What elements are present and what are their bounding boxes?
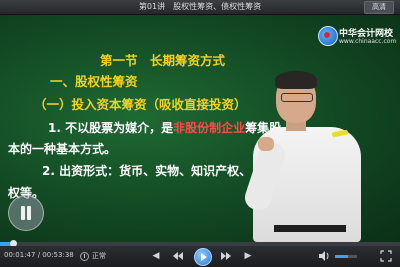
slide-heading-1: 一、股权性筹资 bbox=[50, 74, 138, 89]
volume-icon[interactable] bbox=[318, 250, 330, 262]
logo: 中华会计网校 www.chinaacc.com bbox=[318, 23, 398, 53]
total-time: 00:53:38 bbox=[42, 251, 74, 259]
lecture-title: 第01讲 股权性筹资、债权性筹资 bbox=[138, 2, 262, 11]
previous-icon[interactable]: ◀ bbox=[150, 250, 162, 262]
presenter-hand bbox=[258, 137, 274, 151]
logo-url: www.chinaacc.com bbox=[339, 38, 397, 45]
play-button[interactable] bbox=[194, 248, 212, 266]
slide-heading-2: （一）投入资本筹资（吸收直接投资） bbox=[34, 97, 247, 112]
slide-point-1-cont: 本的一种基本方式。 bbox=[8, 142, 117, 156]
presenter-belt bbox=[274, 225, 346, 232]
volume-slider[interactable] bbox=[335, 255, 357, 258]
speed-icon[interactable] bbox=[80, 252, 89, 261]
slide-point-1-prefix: 1. 不以股票为媒介，是 bbox=[48, 121, 174, 135]
logo-icon bbox=[318, 26, 338, 46]
quality-button[interactable]: 高清 bbox=[364, 1, 394, 14]
fullscreen-icon[interactable] bbox=[380, 250, 392, 262]
time-separator: / bbox=[37, 251, 41, 259]
fast-forward-icon[interactable] bbox=[220, 250, 232, 262]
speed-label[interactable]: 正常 bbox=[92, 251, 106, 261]
next-icon[interactable]: ▶ bbox=[242, 250, 254, 262]
slide-section-title: 第一节 长期筹资方式 bbox=[100, 53, 226, 68]
slide-point-1: 1. 不以股票为媒介，是非股份制企业筹集股 bbox=[48, 119, 281, 136]
control-bar: 00:01:47 / 00:53:38 正常 ◀ ▶ bbox=[0, 246, 400, 267]
presenter-glasses bbox=[281, 93, 313, 102]
top-bar: 第01讲 股权性筹资、债权性筹资 高清 bbox=[0, 0, 400, 15]
video-stage[interactable]: 中华会计网校 www.chinaacc.com 第一节 长期筹资方式 一、股权性… bbox=[0, 15, 400, 242]
rewind-icon[interactable] bbox=[172, 250, 184, 262]
volume-fill bbox=[335, 255, 349, 258]
time-display: 00:01:47 / 00:53:38 bbox=[4, 251, 74, 259]
slide-point-2: 2. 出资形式：货币、实物、知识产权、 bbox=[42, 164, 252, 178]
presenter-hair bbox=[275, 71, 317, 89]
pause-overlay-icon[interactable] bbox=[8, 195, 44, 231]
presenter bbox=[241, 71, 366, 242]
slide-point-1-highlight: 非股份制企业 bbox=[173, 121, 246, 135]
current-time: 00:01:47 bbox=[4, 251, 36, 259]
